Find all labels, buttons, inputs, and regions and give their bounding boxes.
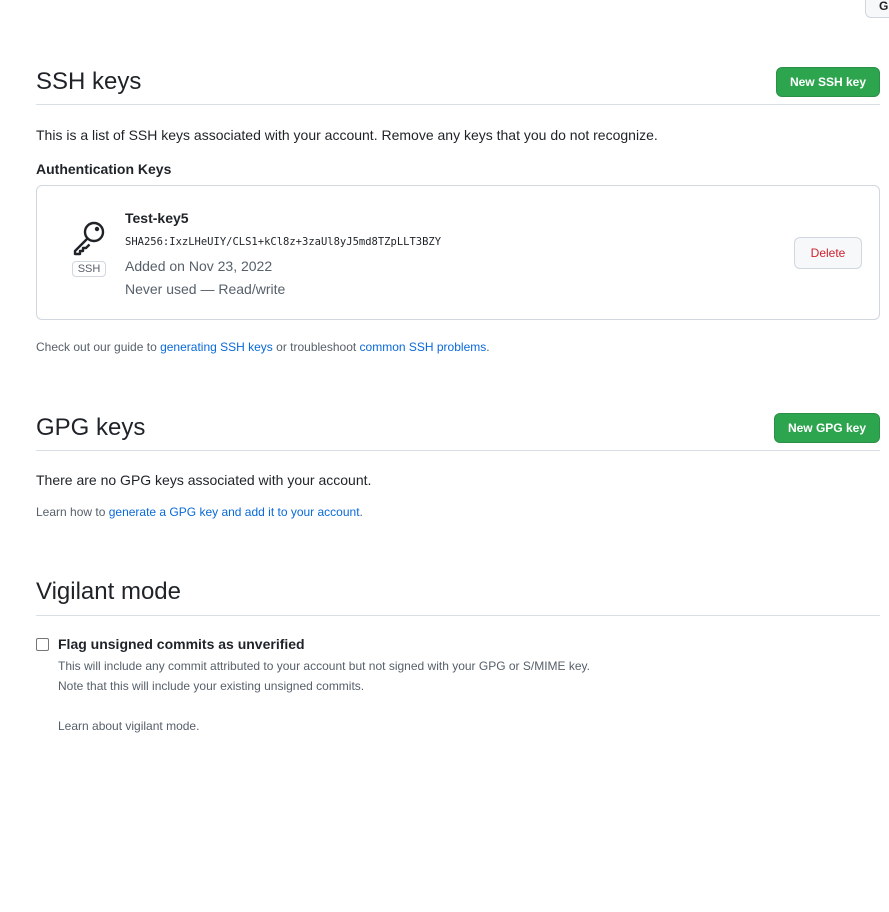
key-icon xyxy=(73,221,105,256)
gpg-empty-text: There are no GPG keys associated with yo… xyxy=(36,472,372,488)
learn-vigilant-mode-link[interactable]: Learn about vigilant mode. xyxy=(58,719,199,733)
new-ssh-key-button[interactable]: New SSH key xyxy=(775,67,880,97)
generate-gpg-key-link[interactable]: generate a GPG key and add it to your ac… xyxy=(109,505,360,519)
key-added-date: Added on Nov 23, 2022 xyxy=(125,258,273,274)
gpg-keys-title: GPG keys xyxy=(36,413,146,441)
key-fingerprint: SHA256:IxzLHeUIY/CLS1+kCl8z+3zaUl8yJ5md8… xyxy=(125,236,442,248)
vigilant-note-line2: Note that this will include your existin… xyxy=(58,679,365,693)
settings-page: G SSH keys New SSH key This is a list of… xyxy=(0,0,889,912)
key-name: Test-key5 xyxy=(125,210,189,226)
new-gpg-key-button[interactable]: New GPG key xyxy=(773,412,880,443)
guide-prefix: Check out our guide to xyxy=(36,340,161,354)
gpg-learn-text: Learn how to generate a GPG key and add … xyxy=(36,505,363,519)
guide-suffix: . xyxy=(486,340,490,354)
flag-unsigned-commits-checkbox[interactable] xyxy=(36,638,49,651)
common-ssh-problems-link[interactable]: common SSH problems xyxy=(360,340,487,354)
ssh-guide-text: Check out our guide to generating SSH ke… xyxy=(36,340,490,354)
ssh-badge: SSH xyxy=(71,261,107,277)
gpg-section-header: GPG keys New GPG key xyxy=(36,405,880,451)
ssh-description: This is a list of SSH keys associated wi… xyxy=(36,127,658,143)
vigilant-note-line1: This will include any commit attributed … xyxy=(58,659,591,673)
ssh-section-header: SSH keys New SSH key xyxy=(36,60,880,105)
generating-ssh-keys-link[interactable]: generating SSH keys xyxy=(160,340,273,354)
vigilant-mode-title: Vigilant mode xyxy=(36,577,181,605)
key-usage: Never used — Read/write xyxy=(125,281,286,297)
flag-unsigned-commits-label[interactable]: Flag unsigned commits as unverified xyxy=(58,636,305,652)
guide-middle: or troubleshoot xyxy=(272,340,360,354)
authentication-keys-heading: Authentication Keys xyxy=(36,161,172,177)
ssh-keys-title: SSH keys xyxy=(36,68,142,95)
ssh-key-item: SSH Test-key5 SHA256:IxzLHeUIY/CLS1+kCl8… xyxy=(36,185,880,320)
gpg-learn-prefix: Learn how to xyxy=(36,505,109,519)
delete-key-button[interactable]: Delete xyxy=(794,237,862,269)
key-type-indicator: SSH xyxy=(71,220,107,277)
vigilant-section-header: Vigilant mode xyxy=(36,568,880,616)
gpg-learn-suffix: . xyxy=(359,505,363,519)
partial-top-button[interactable]: G xyxy=(865,0,889,18)
